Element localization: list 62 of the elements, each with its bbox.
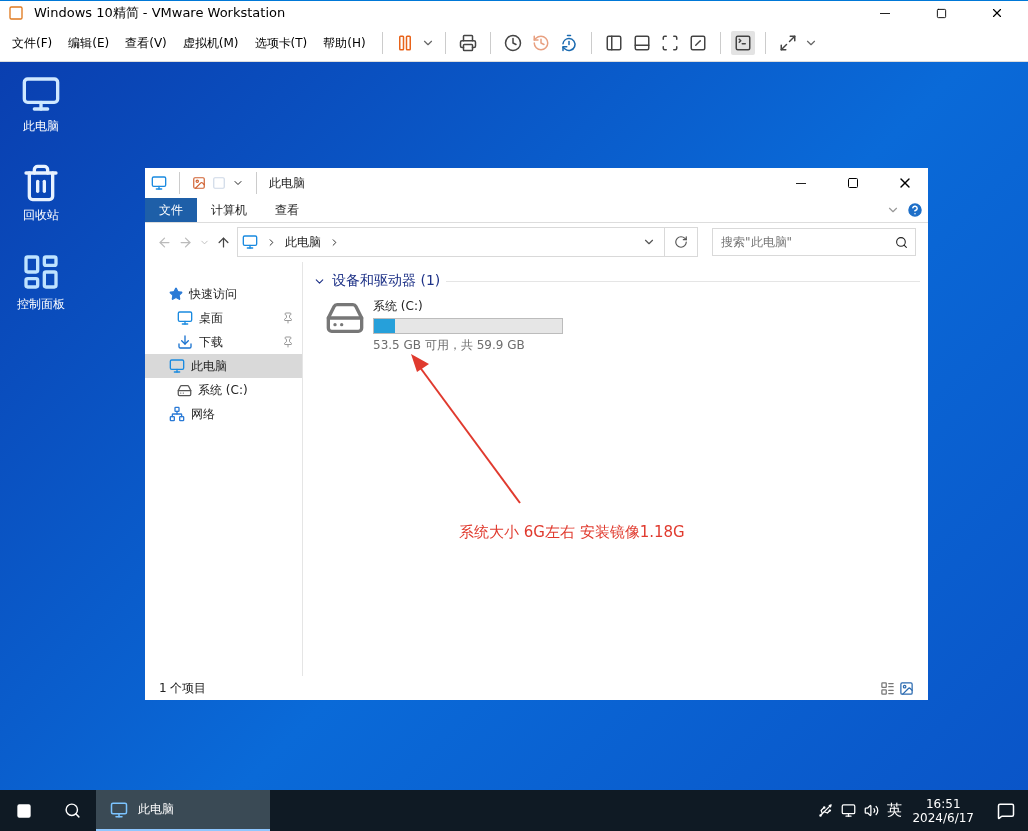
download-icon xyxy=(177,334,193,350)
address-bar[interactable]: 此电脑 xyxy=(237,227,665,257)
minimize-icon xyxy=(796,182,806,184)
details-view-icon[interactable] xyxy=(880,680,895,696)
status-text: 1 个项目 xyxy=(159,679,207,697)
menu-item[interactable]: 虚拟机(M) xyxy=(176,34,245,52)
drive-space: 53.5 GB 可用，共 59.9 GB xyxy=(373,337,526,354)
star-icon xyxy=(169,287,183,301)
drive-icon xyxy=(177,382,192,398)
menu-item[interactable]: 选项卡(T) xyxy=(248,34,314,52)
computer-icon xyxy=(242,234,258,250)
large-icons-view-icon[interactable] xyxy=(899,680,914,696)
computer-icon xyxy=(169,358,185,374)
search-field[interactable]: 搜索"此电脑" xyxy=(712,228,916,256)
menu-item[interactable]: 文件(F) xyxy=(6,34,59,52)
menu-item[interactable]: 帮助(H) xyxy=(317,34,372,52)
desktop-icon xyxy=(177,310,193,326)
minimize-icon xyxy=(880,12,890,14)
desktop-icon-label[interactable]: 此电脑 xyxy=(23,118,59,135)
close-icon xyxy=(990,6,1004,20)
desktop-icon-label[interactable]: 回收站 xyxy=(23,207,59,224)
drive-name: 系统 (C:) xyxy=(373,298,424,315)
nav-item[interactable]: 下载 xyxy=(145,330,302,354)
nav-item[interactable]: 系统 (C:) xyxy=(145,378,302,402)
nav-item[interactable]: 网络 xyxy=(145,402,302,426)
computer-icon xyxy=(21,74,61,114)
refresh-button[interactable] xyxy=(664,227,698,257)
volume-icon[interactable] xyxy=(864,803,880,818)
console-view-icon xyxy=(733,34,752,52)
search-icon[interactable] xyxy=(63,802,81,819)
nav-item[interactable]: 桌面 xyxy=(145,306,302,330)
clock[interactable]: 16:51 2024/6/17 xyxy=(902,796,984,825)
search-icon xyxy=(895,235,908,249)
computer-icon xyxy=(110,800,128,819)
usb-icon[interactable] xyxy=(818,803,834,818)
refresh-icon xyxy=(674,235,688,249)
ribbon-tab[interactable]: 计算机 xyxy=(197,198,261,222)
group-header[interactable]: 设备和驱动器 (1) xyxy=(332,272,441,290)
menu-item[interactable]: 编辑(E) xyxy=(62,34,116,52)
up-icon[interactable] xyxy=(216,234,231,250)
maximize-icon xyxy=(935,7,947,19)
drive-item[interactable]: 系统 (C:) 53.5 GB 可用，共 59.9 GB xyxy=(313,298,920,354)
notification-icon[interactable] xyxy=(997,801,1015,820)
taskbar-app[interactable]: 此电脑 xyxy=(96,790,270,831)
clock-time: 16:51 xyxy=(925,796,961,811)
ribbon-tab[interactable]: 查看 xyxy=(261,198,313,222)
nav-item[interactable]: 此电脑 xyxy=(145,354,302,378)
desktop-icon-label[interactable]: 控制面板 xyxy=(17,296,65,313)
ribbon-tab[interactable]: 文件 xyxy=(145,198,197,222)
help-icon[interactable] xyxy=(906,201,924,219)
computer-icon xyxy=(151,175,167,191)
nav-item[interactable]: 快速访问 xyxy=(145,282,302,306)
window-title: Windows 10精简 - VMware Workstation xyxy=(34,4,286,22)
clock-date: 2024/6/17 xyxy=(912,810,974,825)
maximize-icon xyxy=(847,177,859,189)
menu-item[interactable]: 查看(V) xyxy=(119,34,173,52)
breadcrumb[interactable]: 此电脑 xyxy=(285,233,321,251)
console-view-button[interactable] xyxy=(730,31,755,55)
control-panel-icon xyxy=(21,252,61,292)
annotation-text: 系统大小 6G左右 安装镜像1.18G xyxy=(459,523,685,542)
ime-indicator[interactable]: 英 xyxy=(887,801,903,820)
window-title: 此电脑 xyxy=(269,174,305,192)
